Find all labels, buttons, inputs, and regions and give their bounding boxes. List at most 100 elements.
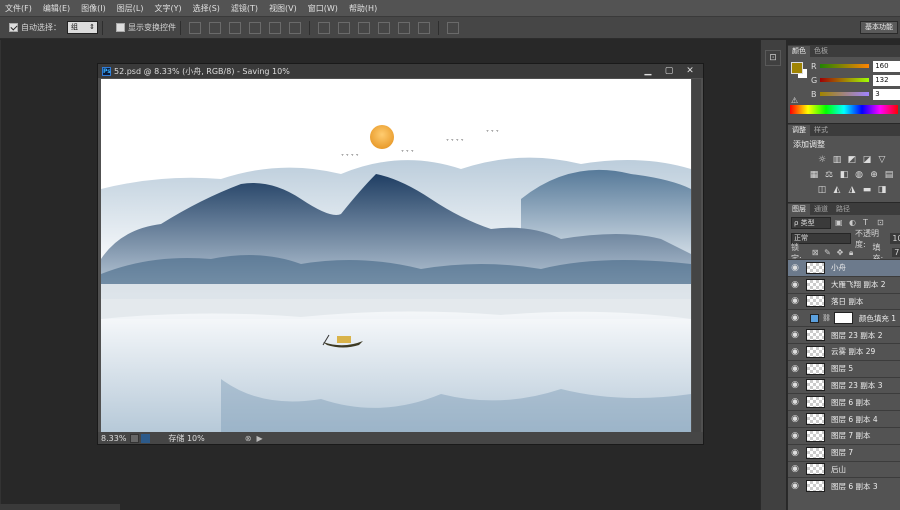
layer-row[interactable]: ◉ 图层 5 — [788, 359, 900, 377]
layer-row[interactable]: ◉ 落日 副本 — [788, 292, 900, 310]
distribute-vcenter-icon[interactable] — [338, 21, 350, 34]
visibility-eye-icon[interactable]: ◉ — [788, 313, 802, 323]
fill-value[interactable]: 7 — [892, 248, 900, 257]
layer-row[interactable]: ◉ 小舟 — [788, 259, 900, 276]
visibility-eye-icon[interactable]: ◉ — [788, 364, 802, 374]
out-of-gamut-warning-icon[interactable]: ⚠ — [791, 96, 798, 105]
blue-slider[interactable] — [819, 92, 870, 96]
tab-channels[interactable]: 通道 — [810, 204, 832, 215]
menu-file[interactable]: 文件(F) — [0, 3, 38, 14]
red-slider[interactable] — [819, 64, 870, 68]
menu-image[interactable]: 图像(I) — [76, 3, 112, 14]
close-icon[interactable]: ✕ — [681, 65, 699, 77]
visibility-eye-icon[interactable]: ◉ — [788, 397, 802, 407]
channel-mixer-icon[interactable]: ⊕ — [868, 170, 880, 181]
tab-adjustments[interactable]: 调整 — [788, 125, 810, 136]
align-bottom-icon[interactable] — [229, 21, 241, 34]
tab-paths[interactable]: 路径 — [832, 204, 854, 215]
cancel-save-icon[interactable]: ⊗ — [245, 434, 252, 443]
document-icon[interactable] — [141, 433, 151, 443]
layer-thumbnail[interactable] — [806, 480, 825, 493]
auto-select-dropdown[interactable]: 组 — [67, 21, 98, 34]
visibility-eye-icon[interactable]: ◉ — [788, 347, 802, 357]
menu-window[interactable]: 窗口(W) — [303, 3, 344, 14]
menu-help[interactable]: 帮助(H) — [344, 3, 383, 14]
auto-align-icon[interactable] — [447, 21, 459, 34]
history-icon[interactable]: ⊡ — [765, 50, 781, 66]
red-value[interactable]: 160 — [873, 60, 900, 72]
minimize-icon[interactable]: ▁ — [639, 65, 657, 77]
align-vcenter-icon[interactable] — [209, 21, 221, 34]
layer-thumbnail[interactable] — [806, 278, 825, 291]
layer-row[interactable]: ◉ 图层 7 副本 — [788, 426, 900, 444]
posterize-icon[interactable]: ◭ — [831, 185, 843, 196]
blue-value[interactable]: 3 — [873, 88, 900, 100]
curves-icon[interactable]: ◩ — [846, 155, 858, 166]
visibility-eye-icon[interactable]: ◉ — [788, 431, 802, 441]
color-spectrum-bar[interactable] — [790, 105, 898, 114]
layer-thumbnail[interactable] — [806, 362, 825, 375]
menu-edit[interactable]: 编辑(E) — [38, 3, 76, 14]
maximize-icon[interactable]: ▢ — [660, 65, 678, 77]
filter-type-icon[interactable]: T — [863, 218, 873, 228]
levels-icon[interactable]: ▥ — [831, 155, 843, 166]
photo-filter-icon[interactable]: ◍ — [853, 170, 865, 181]
distribute-bottom-icon[interactable] — [358, 21, 370, 34]
layer-kind-filter[interactable]: ρ 类型 — [791, 217, 831, 229]
align-top-icon[interactable] — [189, 21, 201, 34]
layer-row[interactable]: ◉ ⛓ 颜色填充 1 — [788, 309, 900, 326]
share-icon[interactable] — [130, 433, 140, 443]
threshold-icon[interactable]: ◮ — [846, 185, 858, 196]
selective-color-icon[interactable]: ◨ — [876, 185, 888, 196]
gradient-map-icon[interactable]: ▬ — [861, 185, 873, 196]
layer-mask-thumbnail[interactable] — [833, 312, 853, 325]
layer-thumbnail[interactable] — [806, 396, 825, 409]
layer-thumbnail[interactable] — [806, 379, 825, 392]
distribute-left-icon[interactable] — [378, 21, 390, 34]
lock-all-icon[interactable]: 🔒︎ — [849, 248, 858, 258]
hue-saturation-icon[interactable]: ▦ — [808, 170, 820, 181]
layer-row[interactable]: ◉ 图层 6 副本 4 — [788, 410, 900, 427]
layer-thumbnail[interactable] — [806, 446, 825, 459]
fill-color-swatch[interactable] — [810, 313, 819, 323]
distribute-top-icon[interactable] — [318, 21, 330, 34]
distribute-hcenter-icon[interactable] — [398, 21, 410, 34]
visibility-eye-icon[interactable]: ◉ — [788, 464, 802, 474]
brightness-contrast-icon[interactable]: ☼ — [816, 155, 828, 166]
layer-thumbnail[interactable] — [806, 261, 825, 274]
visibility-eye-icon[interactable]: ◉ — [788, 481, 802, 491]
opacity-value[interactable]: 100 — [890, 233, 900, 244]
tab-color[interactable]: 颜色 — [788, 46, 810, 57]
vibrance-icon[interactable]: ▽ — [876, 155, 888, 166]
visibility-eye-icon[interactable]: ◉ — [788, 414, 802, 424]
menu-filter[interactable]: 滤镜(T) — [226, 3, 264, 14]
layer-thumbnail[interactable] — [806, 413, 825, 426]
visibility-eye-icon[interactable]: ◉ — [788, 280, 802, 290]
align-hcenter-icon[interactable] — [269, 21, 281, 34]
zoom-level[interactable]: 8.33% — [101, 434, 126, 443]
layer-row[interactable]: ◉ 图层 23 副本 2 — [788, 326, 900, 343]
menu-view[interactable]: 视图(V) — [264, 3, 303, 14]
layer-row[interactable]: ◉ 云雾 副本 29 — [788, 342, 900, 360]
exposure-icon[interactable]: ◪ — [861, 155, 873, 166]
show-transform-checkbox[interactable] — [116, 23, 125, 32]
color-balance-icon[interactable]: ⚖ — [823, 170, 835, 181]
layer-row[interactable]: ◉ 后山 — [788, 460, 900, 478]
layer-row[interactable]: ◉ 图层 6 副本 — [788, 393, 900, 410]
lock-image-icon[interactable]: ✎ — [824, 248, 833, 257]
layer-thumbnail[interactable] — [806, 295, 825, 308]
status-menu-arrow-icon[interactable]: ▶ — [256, 434, 262, 443]
invert-icon[interactable]: ◫ — [816, 185, 828, 196]
color-lookup-icon[interactable]: ▤ — [883, 170, 895, 181]
vertical-scrollbar[interactable] — [692, 79, 701, 433]
filter-shape-icon[interactable]: ⊡ — [877, 218, 887, 228]
layer-row[interactable]: ◉ 图层 23 副本 3 — [788, 376, 900, 394]
tab-swatches[interactable]: 色板 — [810, 46, 832, 57]
menu-type[interactable]: 文字(Y) — [149, 3, 187, 14]
visibility-eye-icon[interactable]: ◉ — [788, 448, 802, 458]
layer-thumbnail[interactable] — [806, 463, 825, 476]
artwork-canvas[interactable]: ˅ ˅ ˅ ˅ ˅ ˅ ˅ ˅ ˅ ˅ ˅ ˅ ˅ ˅ — [101, 79, 691, 433]
align-left-icon[interactable] — [249, 21, 261, 34]
menu-layer[interactable]: 图层(L) — [112, 3, 150, 14]
green-slider[interactable] — [819, 78, 870, 82]
